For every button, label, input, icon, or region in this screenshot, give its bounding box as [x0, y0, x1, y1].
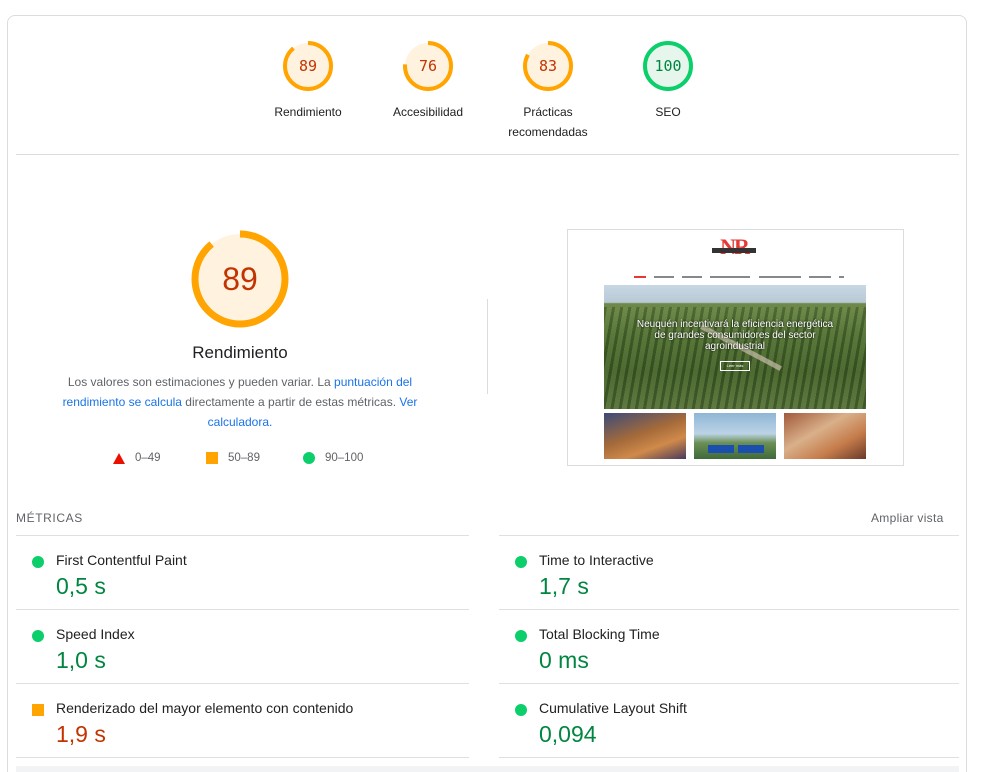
- legend-pass-label: 90–100: [325, 452, 364, 464]
- gauge-label: Rendimiento: [274, 105, 342, 119]
- divider: [16, 535, 469, 536]
- site-logo: NR: [712, 236, 756, 262]
- site-hero-image: Neuquén incentivará la eficiencia energé…: [604, 285, 866, 409]
- divider: [499, 683, 959, 684]
- metric-value: 0 ms: [539, 647, 589, 673]
- gauge-score: 76: [419, 57, 437, 75]
- gauge-score: 89: [299, 57, 317, 75]
- gauge-ring: 89: [283, 41, 333, 91]
- metric-value: 1,0 s: [56, 647, 106, 673]
- pass-circle-icon: [32, 630, 44, 642]
- pass-circle-icon: [515, 704, 527, 716]
- legend-fail: 0–49: [113, 452, 161, 464]
- hero-button: Leer más: [720, 361, 750, 371]
- vertical-divider: [487, 299, 488, 394]
- pass-circle-icon: [515, 630, 527, 642]
- gauge-label: Prácticas recomendadas: [508, 105, 588, 139]
- gauge-ring: 76: [403, 41, 453, 91]
- site-thumbnail: [694, 413, 776, 459]
- metric-name: Time to Interactive: [539, 552, 654, 568]
- divider: [499, 609, 959, 610]
- performance-score: 89: [222, 261, 258, 297]
- gauge-ring: 83: [523, 41, 573, 91]
- gauge-label: Accesibilidad: [392, 105, 464, 119]
- site-thumbnail: [784, 413, 866, 459]
- pass-circle-icon: [515, 556, 527, 568]
- gauge-best-practices[interactable]: 83 Prácticas recomendadas: [493, 40, 603, 142]
- divider: [16, 683, 469, 684]
- triangle-icon: [113, 452, 125, 464]
- gauge-seo[interactable]: 100 SEO: [613, 40, 723, 122]
- performance-gauge: 89: [191, 230, 289, 328]
- category-gauges: 89 Rendimiento 76 Accesibilidad 83 Práct…: [8, 16, 968, 156]
- gauge-ring: 100: [643, 41, 693, 91]
- square-icon: [206, 452, 218, 464]
- performance-description: Los valores son estimaciones y pueden va…: [48, 372, 432, 432]
- divider: [499, 535, 959, 536]
- desc-text: Los valores son estimaciones y pueden va…: [67, 375, 335, 389]
- hero-caption: Neuquén incentivará la eficiencia energé…: [636, 319, 834, 352]
- average-square-icon: [32, 704, 44, 716]
- site-thumbnail: [604, 413, 686, 459]
- legend-average-label: 50–89: [228, 452, 260, 464]
- desc-text: directamente a partir de estas métricas.: [181, 395, 400, 409]
- page-screenshot-preview[interactable]: NR Neuquén incentivará la eficiencia ene…: [567, 229, 904, 466]
- divider: [16, 609, 469, 610]
- site-nav: [634, 273, 844, 281]
- pass-circle-icon: [32, 556, 44, 568]
- metric-name: First Contentful Paint: [56, 552, 187, 568]
- divider: [499, 757, 959, 758]
- legend-average: 50–89: [206, 452, 260, 464]
- metric-value: 1,9 s: [56, 721, 106, 747]
- metric-name: Cumulative Layout Shift: [539, 700, 687, 716]
- metric-name: Total Blocking Time: [539, 626, 660, 642]
- gauge-accessibility[interactable]: 76 Accesibilidad: [373, 40, 483, 122]
- metric-name: Renderizado del mayor elemento con conte…: [56, 700, 354, 716]
- metric-value: 0,094: [539, 721, 597, 747]
- gauge-label: SEO: [655, 105, 681, 119]
- circle-icon: [303, 452, 315, 464]
- metric-name: Speed Index: [56, 626, 135, 642]
- metrics-heading: MÉTRICAS: [16, 511, 83, 525]
- gauge-score: 83: [539, 57, 557, 75]
- metric-value: 0,5 s: [56, 573, 106, 599]
- report-card: 89 Rendimiento 76 Accesibilidad 83 Práct…: [7, 15, 967, 772]
- divider: [16, 154, 959, 155]
- metric-value: 1,7 s: [539, 573, 589, 599]
- legend-fail-label: 0–49: [135, 452, 161, 464]
- performance-title: Rendimiento: [192, 343, 288, 362]
- gauge-score: 100: [654, 57, 681, 75]
- divider: [16, 757, 469, 758]
- section-footer-bar: [16, 766, 959, 772]
- expand-view-toggle[interactable]: Ampliar vista: [871, 511, 944, 525]
- gauge-performance[interactable]: 89 Rendimiento: [253, 40, 363, 122]
- legend-pass: 90–100: [303, 452, 363, 464]
